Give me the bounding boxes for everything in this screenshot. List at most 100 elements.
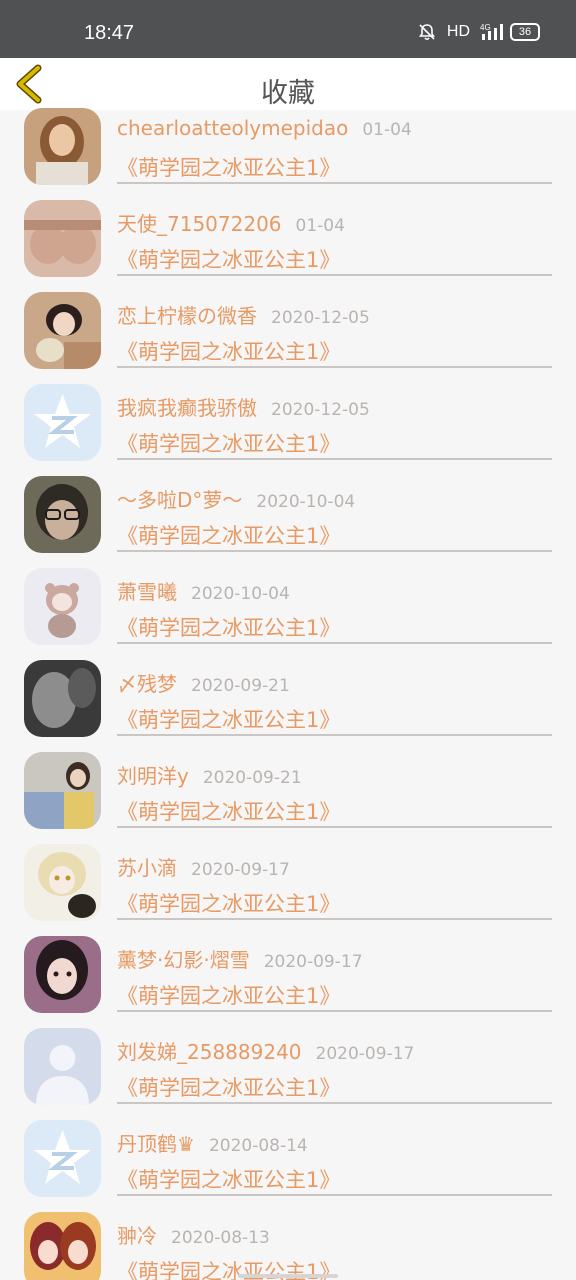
cartoon-avatar-icon [24,568,101,645]
qq-default-avatar-icon [24,384,101,461]
date: 2020-09-17 [263,952,363,972]
default-person-avatar-icon [24,1028,101,1105]
username: 天使_715072206 01-04 [117,212,345,236]
divider [117,1102,552,1104]
divider [117,826,552,828]
username: 翀冷 2020-08-13 [117,1224,270,1248]
book-title-link[interactable]: 《萌学园之冰亚公主1》 [117,704,340,734]
avatar[interactable] [24,568,101,645]
username: 〆残梦 2020-09-21 [117,672,290,696]
date: 2020-09-21 [202,768,302,788]
book-title-link[interactable]: 《萌学园之冰亚公主1》 [117,428,340,458]
divider [117,182,552,184]
photo-avatar-icon [24,752,101,829]
avatar[interactable] [24,292,101,369]
avatar[interactable] [24,476,101,553]
list-item[interactable]: 翀冷 2020-08-13 《萌学园之冰亚公主1》 [0,1210,576,1280]
divider [117,1010,552,1012]
avatar[interactable] [24,384,101,461]
signal-icon: 4G [480,22,503,42]
book-title-link[interactable]: 《萌学园之冰亚公主1》 [117,336,340,366]
avatar[interactable] [24,752,101,829]
list-item[interactable]: 我疯我癫我骄傲 2020-12-05 《萌学园之冰亚公主1》 [0,382,576,474]
avatar[interactable] [24,200,101,277]
divider [117,734,552,736]
list-item[interactable]: 〆残梦 2020-09-21 《萌学园之冰亚公主1》 [0,658,576,750]
list-item[interactable]: 丹顶鹤♛ 2020-08-14 《萌学园之冰亚公主1》 [0,1118,576,1210]
divider [117,918,552,920]
list-item[interactable]: 刘发娣_258889240 2020-09-17 《萌学园之冰亚公主1》 [0,1026,576,1118]
anime-avatar-icon [24,1212,101,1280]
avatar[interactable] [24,1028,101,1105]
status-icons: HD 4G 36 [417,22,540,42]
list-item[interactable]: ～多啦D°萝～ 2020-10-04 《萌学园之冰亚公主1》 [0,474,576,566]
username: 恋上柠檬の微香 2020-12-05 [117,304,370,328]
date: 2020-08-14 [208,1136,308,1156]
avatar[interactable] [24,936,101,1013]
header: 收藏 [0,58,576,110]
book-title-link[interactable]: 《萌学园之冰亚公主1》 [117,1164,340,1194]
list-item[interactable]: 萧雪曦 2020-10-04 《萌学园之冰亚公主1》 [0,566,576,658]
avatar[interactable] [24,1212,101,1280]
network-label: HD [446,23,470,40]
username: 苏小滴 2020-09-17 [117,856,290,880]
username: ～多啦D°萝～ 2020-10-04 [117,488,356,512]
username: 刘明洋y 2020-09-21 [117,764,302,788]
date: 2020-10-04 [191,584,290,604]
status-bar: 18:47 HD 4G 36 [0,0,576,58]
book-title-link[interactable]: 《萌学园之冰亚公主1》 [117,796,340,826]
avatar[interactable] [24,660,101,737]
date: 2020-09-17 [315,1044,415,1064]
page-title: 收藏 [261,78,315,109]
avatar[interactable] [24,108,101,185]
book-title-link[interactable]: 《萌学园之冰亚公主1》 [117,244,340,274]
status-time: 18:47 [84,22,135,44]
photo-avatar-icon [24,108,101,185]
divider [117,366,552,368]
svg-text:4G: 4G [480,23,491,32]
photo-avatar-icon [24,936,101,1013]
date: 2020-09-21 [191,676,290,696]
list-item[interactable]: 刘明洋y 2020-09-21 《萌学园之冰亚公主1》 [0,750,576,842]
date: 2020-08-13 [171,1228,270,1248]
book-title-link[interactable]: 《萌学园之冰亚公主1》 [117,520,340,550]
list-item[interactable]: 恋上柠檬の微香 2020-12-05 《萌学园之冰亚公主1》 [0,290,576,382]
photo-avatar-icon [24,476,101,553]
username: 萧雪曦 2020-10-04 [117,580,290,604]
date: 2020-10-04 [256,492,356,512]
divider [117,642,552,644]
book-title-link[interactable]: 《萌学园之冰亚公主1》 [117,980,340,1010]
home-indicator[interactable] [238,1274,338,1278]
battery-icon: 36 [510,23,540,41]
username: 刘发娣_258889240 2020-09-17 [117,1040,415,1064]
divider [117,1194,552,1196]
date: 2020-12-05 [271,308,370,328]
favorites-list[interactable]: chearloatteolymepidao 01-04 《萌学园之冰亚公主1》 天… [0,106,576,1280]
book-title-link[interactable]: 《萌学园之冰亚公主1》 [117,152,340,182]
date: 01-04 [295,216,345,236]
divider [117,550,552,552]
list-item[interactable]: 薰梦·幻影·熠雪 2020-09-17 《萌学园之冰亚公主1》 [0,934,576,1026]
photo-avatar-icon [24,292,101,369]
username: chearloatteolymepidao 01-04 [117,116,412,140]
book-title-link[interactable]: 《萌学园之冰亚公主1》 [117,612,340,642]
avatar[interactable] [24,844,101,921]
book-title-link[interactable]: 《萌学园之冰亚公主1》 [117,1072,340,1102]
username: 薰梦·幻影·熠雪 2020-09-17 [117,948,363,972]
bell-off-icon [417,22,437,42]
photo-avatar-icon [24,200,101,277]
list-item[interactable]: chearloatteolymepidao 01-04 《萌学园之冰亚公主1》 [0,106,576,198]
date: 2020-12-05 [271,400,370,420]
date: 2020-09-17 [191,860,290,880]
username: 丹顶鹤♛ 2020-08-14 [117,1132,308,1156]
avatar[interactable] [24,1120,101,1197]
list-item[interactable]: 苏小滴 2020-09-17 《萌学园之冰亚公主1》 [0,842,576,934]
book-title-link[interactable]: 《萌学园之冰亚公主1》 [117,888,340,918]
username: 我疯我癫我骄傲 2020-12-05 [117,396,370,420]
date: 01-04 [362,120,412,140]
divider [117,274,552,276]
qq-default-avatar-icon [24,1120,101,1197]
photo-avatar-icon [24,660,101,737]
divider [117,458,552,460]
list-item[interactable]: 天使_715072206 01-04 《萌学园之冰亚公主1》 [0,198,576,290]
